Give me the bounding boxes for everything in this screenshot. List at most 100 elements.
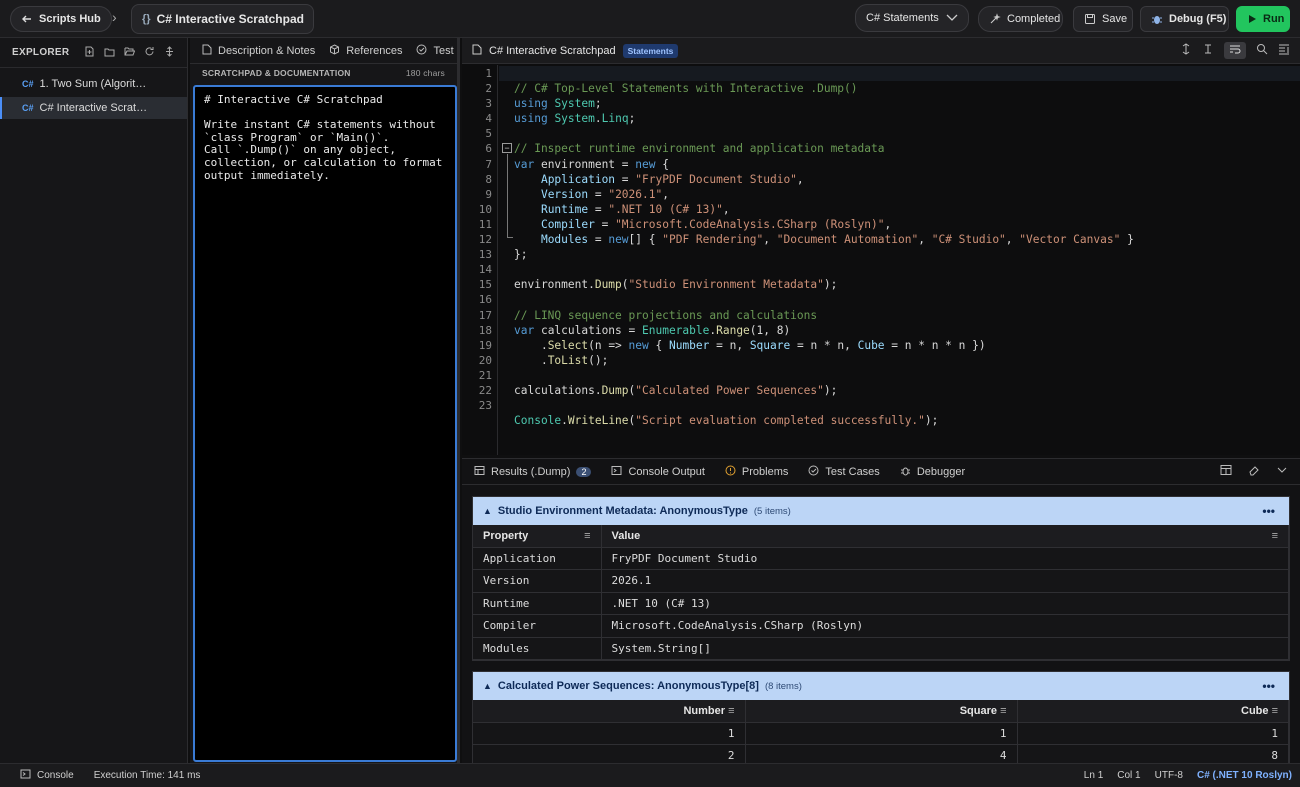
tab-description-notes[interactable]: Description & Notes [202, 44, 315, 58]
language-indicator[interactable]: C# (.NET 10 Roslyn) [1197, 770, 1292, 781]
new-file-icon[interactable] [84, 46, 95, 60]
save-icon [1084, 13, 1096, 25]
column-menu-icon: ≡ [584, 529, 591, 542]
split-vertical-icon[interactable] [1180, 43, 1192, 58]
column-header-property[interactable]: Property ≡ [473, 525, 602, 548]
tab-problems[interactable]: Problems [725, 465, 788, 479]
search-icon[interactable] [1256, 43, 1268, 58]
language-mode-select[interactable]: C# Statements [855, 4, 969, 32]
line-number: 17 [478, 308, 492, 322]
code-content[interactable]: // C# Top-Level Statements with Interact… [514, 65, 1294, 458]
braces-icon: {} [142, 13, 151, 25]
more-options-icon[interactable]: ••• [1262, 679, 1289, 693]
explorer-item-two-sum[interactable]: C# 1. Two Sum (Algorit… [0, 73, 187, 95]
line-number: 16 [478, 293, 492, 307]
collapse-triangle-icon: ▲ [483, 681, 492, 691]
document-icon [202, 44, 212, 58]
terminal-icon [611, 465, 622, 479]
debug-button[interactable]: Debug (F5) [1140, 6, 1229, 32]
word-wrap-icon[interactable] [1224, 42, 1246, 59]
line-number: 4 [485, 112, 492, 126]
dump-panel-title: Calculated Power Sequences: AnonymousTyp… [497, 680, 759, 692]
line-number: 3 [485, 97, 492, 111]
more-options-icon[interactable]: ••• [1262, 504, 1289, 518]
tab-label: Console Output [628, 465, 705, 478]
dump-table-environment: Property ≡ Value ≡ Application FryPDF Docum… [473, 525, 1289, 660]
toggle-panel-icon[interactable] [1278, 43, 1290, 58]
package-icon [329, 43, 340, 58]
layout-icon[interactable] [1220, 464, 1232, 479]
column-menu-icon: ≡ [1271, 704, 1278, 717]
tab-tests[interactable]: Test [416, 44, 454, 58]
tab-label: Test Cases [825, 465, 880, 478]
notes-tabs: Description & Notes References Test [190, 38, 457, 64]
scripts-hub-button[interactable]: Scripts Hub [10, 6, 112, 32]
dump-panel-calculations: ▲ Calculated Power Sequences: AnonymousT… [472, 671, 1290, 764]
table-icon [474, 465, 485, 479]
terminal-icon [20, 769, 31, 782]
open-folder-icon[interactable] [124, 46, 136, 60]
dump-panel-header[interactable]: ▲ Studio Environment Metadata: Anonymous… [473, 497, 1289, 525]
tab-debugger[interactable]: Debugger [900, 465, 965, 479]
warning-circle-icon [725, 465, 736, 479]
bug-icon [900, 465, 911, 479]
column-header-number[interactable]: Number ≡ [473, 700, 746, 723]
code-editor: C# Interactive Scratchpad Statements 123… [462, 38, 1300, 455]
save-button[interactable]: Save [1073, 6, 1133, 32]
check-circle-icon [416, 44, 427, 58]
explorer-header: EXPLORER [0, 38, 187, 68]
table-row: Application FryPDF Document Studio [473, 547, 1289, 570]
explorer-item-scratchpad[interactable]: C# C# Interactive Scrat… [0, 97, 187, 119]
line-number: 18 [478, 323, 492, 337]
line-number-gutter: 1 2 3 4 5 6 7 8 9 10 11 12 13 14 15 16 17 18 19 20 21 22 23 [462, 65, 498, 455]
tab-results-dump[interactable]: Results (.Dump) 2 [474, 465, 592, 479]
line-number: 21 [478, 368, 492, 382]
results-toolbar [1220, 464, 1300, 479]
line-number: 22 [478, 383, 492, 397]
editor-file-title: C# Interactive Scratchpad [489, 44, 616, 57]
console-toggle[interactable]: Console [20, 769, 74, 782]
line-number: 23 [478, 399, 492, 413]
chevron-down-icon[interactable] [1276, 464, 1288, 479]
collapse-triangle-icon: ▲ [483, 506, 492, 516]
tab-console-output[interactable]: Console Output [611, 465, 705, 479]
fold-toggle-icon[interactable]: − [502, 143, 512, 153]
dump-panel-title: Studio Environment Metadata: AnonymousTy… [497, 505, 748, 517]
completed-status-label: Completed [1007, 13, 1061, 25]
breadcrumb-separator: › [112, 9, 117, 25]
tab-test-cases[interactable]: Test Cases [808, 465, 880, 479]
column-header-cube[interactable]: Cube ≡ [1017, 700, 1289, 723]
column-header-value[interactable]: Value ≡ [601, 525, 1289, 548]
csharp-file-icon: C# [22, 103, 34, 113]
table-row: Runtime .NET 10 (C# 13) [473, 592, 1289, 615]
tab-label: Test [433, 44, 454, 57]
notes-textarea[interactable]: # Interactive C# Scratchpad Write instan… [193, 85, 457, 762]
tab-references[interactable]: References [329, 43, 402, 58]
completed-status-badge: Completed [978, 6, 1063, 32]
new-folder-icon[interactable] [104, 46, 115, 60]
column-header-square[interactable]: Square ≡ [745, 700, 1018, 723]
run-button[interactable]: Run [1236, 6, 1290, 32]
eraser-icon[interactable] [1248, 464, 1260, 479]
document-title: C# Interactive Scratchpad [156, 12, 304, 26]
dump-panel-header[interactable]: ▲ Calculated Power Sequences: AnonymousT… [473, 672, 1289, 700]
line-number: 10 [478, 202, 492, 216]
line-number: 1 [485, 67, 492, 80]
char-count: 180 chars [405, 68, 445, 78]
results-count-badge: 2 [576, 466, 592, 477]
table-row: 111 [473, 722, 1289, 745]
table-row: Modules System.String[] [473, 637, 1289, 660]
play-icon [1247, 14, 1257, 24]
document-title-tab[interactable]: {} C# Interactive Scratchpad [131, 4, 314, 34]
debug-label: Debug (F5) [1169, 13, 1227, 25]
column-menu-icon: ≡ [1271, 529, 1278, 542]
format-text-icon[interactable] [1202, 43, 1214, 58]
magic-wand-icon [989, 13, 1001, 25]
explorer-sidebar: EXPLORER C# 1. Two Sum (Algorit… C# C# I… [0, 38, 188, 763]
run-label: Run [1263, 13, 1285, 25]
refresh-icon[interactable] [144, 46, 155, 60]
fold-guide [507, 154, 508, 238]
file-encoding[interactable]: UTF-8 [1155, 770, 1183, 781]
collapse-all-icon[interactable] [164, 45, 175, 60]
line-number: 14 [478, 263, 492, 277]
